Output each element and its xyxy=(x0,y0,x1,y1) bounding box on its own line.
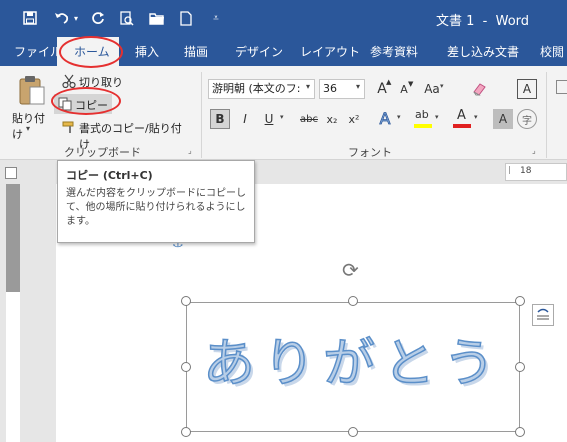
underline-button[interactable]: U xyxy=(259,109,279,129)
scissors-icon xyxy=(62,74,76,88)
rotate-handle-icon[interactable]: ⟳ xyxy=(342,258,359,282)
superscript-button[interactable]: x² xyxy=(344,109,364,129)
tab-selector-icon[interactable] xyxy=(5,167,17,179)
open-folder-icon[interactable] xyxy=(147,8,167,28)
copy-label: コピー xyxy=(75,99,108,112)
ruler-tick: | xyxy=(508,165,511,174)
title-bar: ▾ ⩡ 文書 1 - Word xyxy=(0,0,567,37)
vruler-margin xyxy=(6,184,20,292)
resize-handle-top[interactable] xyxy=(348,296,358,306)
format-painter-icon xyxy=(62,121,74,133)
font-size-dropdown-icon[interactable]: ▾ xyxy=(356,82,360,91)
font-name-dropdown-icon[interactable]: ▾ xyxy=(306,82,310,91)
clipboard-group-label: クリップボード xyxy=(64,146,141,159)
group-divider xyxy=(546,72,547,158)
font-launcher-icon[interactable]: ⌟ xyxy=(532,146,536,155)
highlight-button[interactable]: ab xyxy=(413,108,433,130)
subscript-button[interactable]: x₂ xyxy=(322,109,342,129)
font-name-value: 游明朝 (本文のフ: xyxy=(212,82,301,95)
bold-button[interactable]: B xyxy=(210,109,230,129)
paste-button[interactable]: 貼り付け ▾ xyxy=(8,72,54,141)
cut-button[interactable]: 切り取り xyxy=(60,72,130,90)
font-color-swatch xyxy=(453,124,471,128)
tooltip-description: 選んだ内容をクリップボードにコピーして、他の場所に貼り付けられるようにします。 xyxy=(66,188,246,227)
paste-label: 貼り付け xyxy=(12,112,45,141)
resize-handle-bottom-right[interactable] xyxy=(515,427,525,437)
highlight-color-swatch xyxy=(414,124,432,128)
clear-formatting-icon[interactable] xyxy=(469,79,489,99)
text-effects-dropdown-icon[interactable]: ▾ xyxy=(397,113,401,121)
tab-layout[interactable]: レイアウト xyxy=(300,43,360,60)
cut-label: 切り取り xyxy=(79,76,123,89)
copy-icon xyxy=(58,97,72,111)
format-painter-button[interactable]: 書式のコピー/貼り付け xyxy=(60,118,190,151)
shrink-font-caret-icon: ▼ xyxy=(408,80,414,88)
layout-options-icon[interactable] xyxy=(532,304,554,326)
font-group-label: フォント xyxy=(348,146,392,159)
tab-review[interactable]: 校閲 xyxy=(540,43,564,60)
wordart-text[interactable]: ありがとう xyxy=(187,321,519,396)
tab-draw[interactable]: 描画 xyxy=(184,43,208,60)
underline-dropdown-icon[interactable]: ▾ xyxy=(280,113,284,121)
highlight-label: ab xyxy=(415,108,429,121)
text-effects-button[interactable]: A xyxy=(375,108,395,128)
font-color-label: A xyxy=(457,108,466,123)
vruler-body xyxy=(6,292,20,442)
change-case-button[interactable]: Aa xyxy=(422,79,442,99)
resize-handle-right[interactable] xyxy=(515,362,525,372)
font-size-value: 36 xyxy=(323,82,337,95)
tab-design[interactable]: デザイン xyxy=(235,43,283,60)
document-title: 文書 1 - Word xyxy=(436,14,530,29)
tab-mailings[interactable]: 差し込み文書 xyxy=(447,43,519,60)
copy-button[interactable]: コピー xyxy=(54,94,112,114)
resize-handle-bottom-left[interactable] xyxy=(181,427,191,437)
char-shading-button[interactable]: A xyxy=(493,109,513,129)
new-document-icon[interactable] xyxy=(176,8,196,28)
redo-icon[interactable] xyxy=(88,8,108,28)
tab-home-label: ホーム xyxy=(74,45,110,59)
paragraph-list-icon[interactable] xyxy=(556,80,567,94)
ruler-marker: 18 xyxy=(520,166,532,176)
strikethrough-button[interactable]: abc xyxy=(298,109,320,129)
tooltip-title: コピー (Ctrl+C) xyxy=(66,169,153,182)
wordart-textbox[interactable]: ありがとう xyxy=(186,302,520,432)
ribbon-home: 貼り付け ▾ 切り取り コピー 書式のコピー/貼り付け クリップボード ⌟ 游明… xyxy=(0,66,567,160)
print-preview-icon[interactable] xyxy=(117,8,137,28)
resize-handle-left[interactable] xyxy=(181,362,191,372)
font-name-combo[interactable]: 游明朝 (本文のフ: xyxy=(208,79,315,99)
char-border-button[interactable]: A xyxy=(517,79,537,99)
font-color-button[interactable]: A xyxy=(452,108,472,130)
resize-handle-bottom[interactable] xyxy=(348,427,358,437)
tab-insert[interactable]: 挿入 xyxy=(135,43,159,60)
vertical-ruler xyxy=(0,184,22,442)
font-color-dropdown-icon[interactable]: ▾ xyxy=(474,113,478,121)
resize-handle-top-left[interactable] xyxy=(181,296,191,306)
italic-button[interactable]: I xyxy=(235,109,255,129)
group-divider xyxy=(201,72,202,158)
clipboard-launcher-icon[interactable]: ⌟ xyxy=(188,146,192,155)
paste-dropdown-icon[interactable]: ▾ xyxy=(26,124,30,133)
paste-icon xyxy=(19,76,45,105)
resize-handle-top-right[interactable] xyxy=(515,296,525,306)
highlight-dropdown-icon[interactable]: ▾ xyxy=(435,113,439,121)
save-icon[interactable] xyxy=(20,8,40,28)
tab-references[interactable]: 参考資料 xyxy=(370,43,418,60)
enclose-characters-button[interactable]: 字 xyxy=(517,109,537,129)
ruler-strip xyxy=(505,163,567,181)
undo-dropdown-icon[interactable]: ▾ xyxy=(66,8,86,28)
copy-tooltip: コピー (Ctrl+C) 選んだ内容をクリップボードにコピーして、他の場所に貼り… xyxy=(57,160,255,243)
grow-font-caret-icon: ▲ xyxy=(386,78,392,86)
change-case-dropdown-icon[interactable]: ▾ xyxy=(440,82,444,90)
customize-qat-icon[interactable]: ⩡ xyxy=(206,8,226,28)
tab-file[interactable]: ファイル xyxy=(14,43,62,60)
